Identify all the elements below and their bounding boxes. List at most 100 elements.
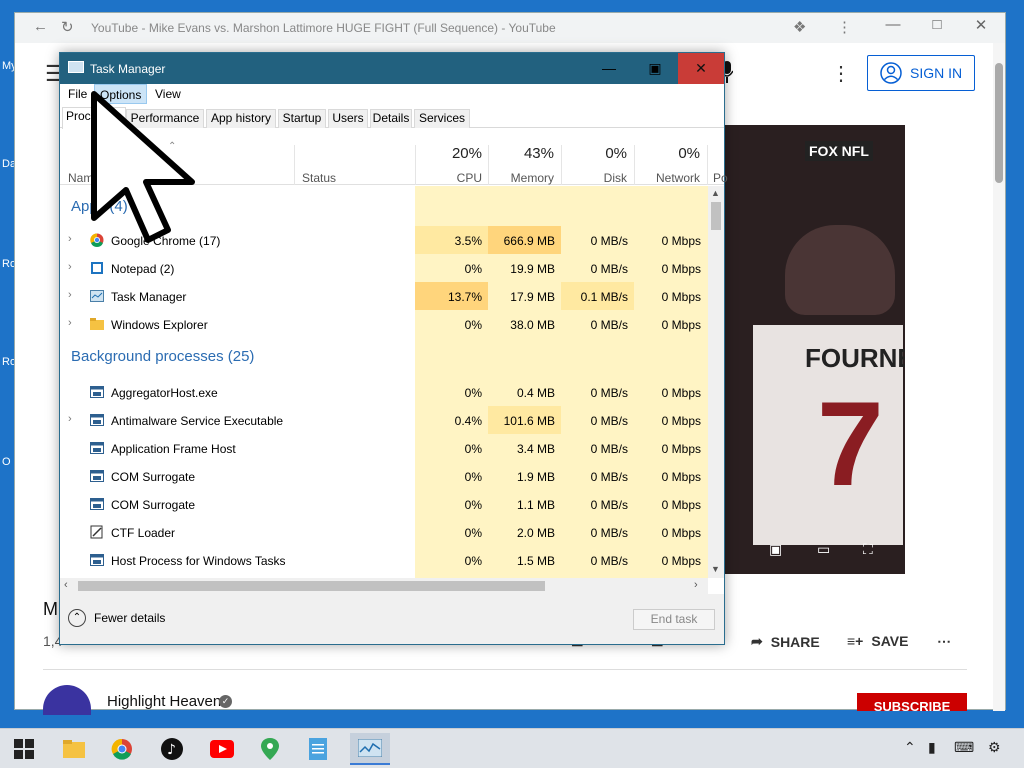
process-icon (90, 385, 104, 399)
column-cpu[interactable]: CPU (416, 171, 482, 185)
settings-menu-icon[interactable]: ⋮ (831, 61, 851, 86)
save-button[interactable]: ≡+ SAVE (847, 633, 908, 649)
column-status[interactable]: Status (302, 171, 336, 185)
tab-app-history[interactable]: App history (206, 109, 276, 128)
process-cpu: 0% (464, 318, 482, 332)
disk-percent[interactable]: 0% (561, 145, 627, 162)
page-scrollbar[interactable] (993, 43, 1005, 711)
maps-icon[interactable] (254, 733, 286, 765)
process-memory: 666.9 MB (503, 234, 555, 248)
process-row[interactable]: › Antimalware Service Executable 0.4% 101.6… (60, 406, 708, 434)
video-jersey-number: 7 (817, 377, 884, 511)
process-name: Application Frame Host (111, 442, 236, 456)
folder-icon (90, 317, 104, 331)
scrollbar-thumb[interactable] (711, 202, 721, 230)
process-disk: 0 MB/s (590, 554, 628, 568)
miniplayer-icon[interactable]: ▣ (769, 541, 782, 558)
more-actions-button[interactable]: ⋯ (937, 633, 951, 650)
column-network[interactable]: Network (634, 171, 700, 185)
column-divider[interactable] (707, 145, 708, 185)
process-icon (90, 441, 104, 455)
tray-overflow-icon[interactable]: ⌃ (904, 739, 916, 756)
page-scrollbar-thumb[interactable] (995, 63, 1003, 183)
youtube-icon[interactable] (206, 733, 238, 765)
keyboard-icon[interactable]: ⌨ (954, 739, 974, 756)
process-disk: 0 MB/s (590, 386, 628, 400)
maximize-button[interactable]: ▣ (632, 53, 678, 84)
expand-chevron-icon[interactable]: › (68, 261, 72, 273)
scroll-up-icon[interactable]: ▲ (711, 188, 720, 198)
process-row[interactable]: › Windows Explorer 0% 38.0 MB 0 MB/s 0 Mbps (60, 310, 708, 338)
video-player[interactable]: FOURNE 7 FOX NFL (725, 125, 905, 574)
tiktok-icon[interactable]: ♪ (156, 733, 188, 765)
process-cpu: 0% (464, 498, 482, 512)
fullscreen-icon[interactable]: ⛶ (863, 541, 873, 558)
process-cpu: 0% (464, 470, 482, 484)
minimize-button[interactable]: — (586, 53, 632, 84)
back-arrow-icon[interactable]: ← (33, 18, 48, 35)
process-row[interactable]: AggregatorHost.exe 0% 0.4 MB 0 MB/s 0 Mbps (60, 378, 708, 406)
tab-services[interactable]: Services (414, 109, 470, 128)
more-icon: ⋯ (937, 633, 951, 649)
column-divider[interactable] (294, 145, 295, 185)
process-row[interactable]: › Notepad (2) 0% 19.9 MB 0 MB/s 0 Mbps (60, 254, 708, 282)
settings-gear-icon[interactable]: ⚙ (988, 739, 1001, 756)
fewer-details-button[interactable]: ⌃ Fewer details (68, 609, 165, 627)
share-button[interactable]: ➦ SHARE (751, 633, 820, 650)
extensions-icon[interactable]: ❖ (793, 18, 806, 36)
process-memory: 38.0 MB (510, 318, 555, 332)
video-jersey-name: FOURNE (805, 343, 905, 373)
tab-startup[interactable]: Startup (278, 109, 326, 128)
process-memory: 101.6 MB (503, 414, 555, 428)
channel-avatar[interactable] (43, 685, 91, 715)
sign-in-button[interactable]: SIGN IN (867, 55, 975, 91)
expand-chevron-icon[interactable]: › (68, 413, 72, 425)
file-explorer-icon[interactable] (58, 733, 90, 765)
subscribe-button[interactable]: SUBSCRIBE (857, 693, 967, 711)
process-list-scrollbar[interactable]: ▲ ▼ (708, 186, 724, 578)
battery-icon[interactable]: ▮ (928, 739, 936, 756)
column-memory[interactable]: Memory (488, 171, 554, 185)
process-name: Antimalware Service Executable (111, 414, 284, 428)
process-row[interactable]: COM Surrogate 0% 1.9 MB 0 MB/s 0 Mbps (60, 462, 708, 490)
horizontal-scrollbar[interactable]: ‹ › (60, 578, 708, 594)
reload-icon[interactable]: ↻ (61, 18, 74, 36)
column-disk[interactable]: Disk (561, 171, 627, 185)
maximize-icon[interactable]: □ (915, 16, 959, 33)
process-row[interactable]: COM Surrogate 0% 1.1 MB 0 MB/s 0 Mbps (60, 490, 708, 518)
minimize-icon[interactable]: — (871, 16, 915, 33)
scroll-down-icon[interactable]: ▼ (711, 564, 720, 574)
process-row[interactable]: Host Process for Windows Tasks 0% 1.5 MB 0 … (60, 546, 708, 574)
scroll-right-icon[interactable]: › (694, 579, 698, 591)
tab-users[interactable]: Users (328, 109, 368, 128)
cpu-percent[interactable]: 20% (416, 145, 482, 162)
divider (43, 669, 967, 670)
expand-chevron-icon[interactable]: › (68, 289, 72, 301)
tab-details[interactable]: Details (370, 109, 412, 128)
memory-percent[interactable]: 43% (488, 145, 554, 162)
chevron-up-icon: ⌃ (68, 609, 86, 627)
channel-name[interactable]: Highlight Heaven (107, 693, 221, 710)
notepad-icon[interactable] (302, 733, 334, 765)
close-button[interactable]: ✕ (678, 53, 724, 84)
theater-mode-icon[interactable]: ▭ (817, 541, 830, 558)
end-task-button[interactable]: End task (633, 609, 715, 630)
desktop-icon-label[interactable]: O (2, 456, 11, 468)
browser-menu-icon[interactable]: ⋮ (837, 18, 852, 36)
process-row[interactable]: › Task Manager 13.7% 17.9 MB 0.1 MB/s 0 Mbps (60, 282, 708, 310)
process-row[interactable]: Application Frame Host 0% 3.4 MB 0 MB/s 0 Mb… (60, 434, 708, 462)
column-power[interactable]: Po (713, 171, 728, 185)
task-manager-titlebar[interactable]: Task Manager — ▣ ✕ (60, 53, 724, 84)
task-manager-icon[interactable] (350, 733, 390, 765)
share-label: SHARE (770, 633, 820, 650)
scroll-left-icon[interactable]: ‹ (64, 579, 68, 591)
process-row[interactable]: CTF Loader 0% 2.0 MB 0 MB/s 0 Mbps (60, 518, 708, 546)
expand-chevron-icon[interactable]: › (68, 233, 72, 245)
close-icon[interactable]: ✕ (959, 16, 1003, 34)
chrome-icon[interactable] (106, 733, 138, 765)
network-percent[interactable]: 0% (634, 145, 700, 162)
start-icon[interactable] (8, 733, 40, 765)
expand-chevron-icon[interactable]: › (68, 317, 72, 329)
process-memory: 1.9 MB (516, 470, 555, 484)
horizontal-scrollbar-thumb[interactable] (78, 581, 545, 591)
